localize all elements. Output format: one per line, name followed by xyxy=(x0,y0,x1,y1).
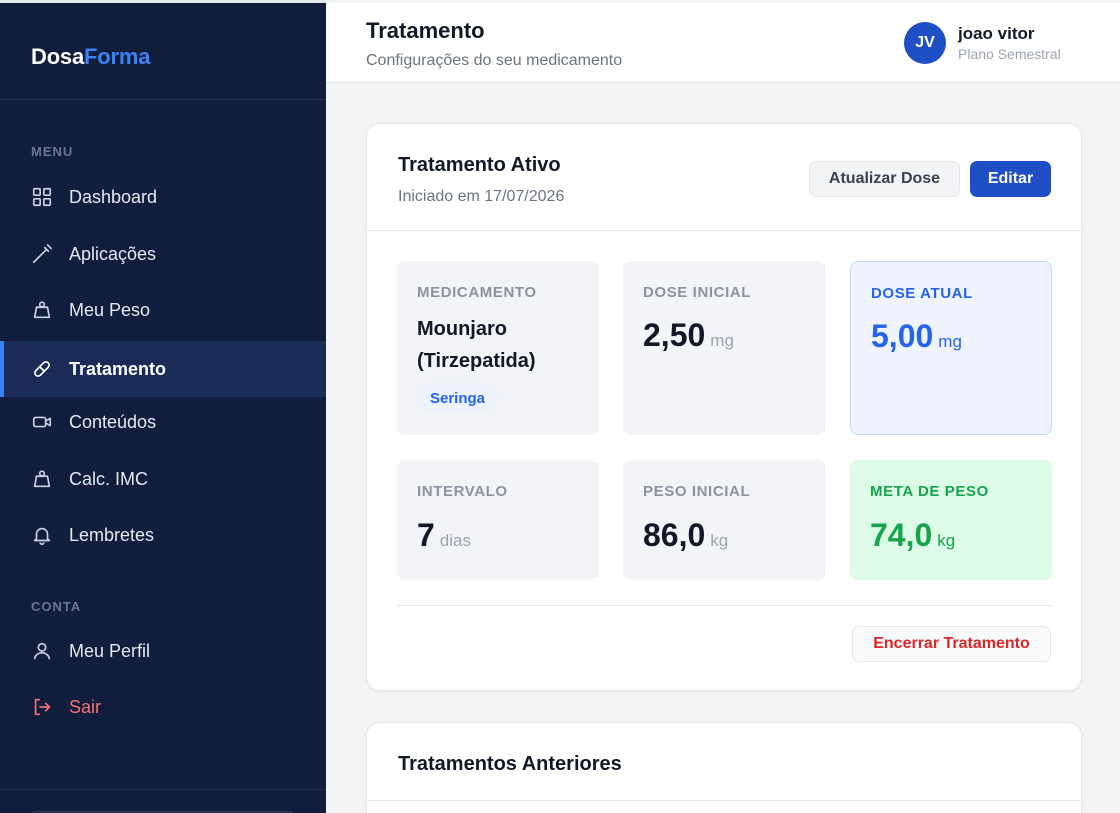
card-divider xyxy=(397,605,1052,606)
sidebar-item-meu-peso[interactable]: Meu Peso xyxy=(0,282,326,338)
sidebar-item-label: Meu Peso xyxy=(69,299,151,320)
card-subtitle: Iniciado em 17/07/2026 xyxy=(398,188,565,205)
stat-label: INTERVALO xyxy=(417,483,508,500)
sidebar-item-label: Meu Perfil xyxy=(69,640,151,661)
sidebar-item-label: Aplicações xyxy=(69,243,157,264)
pill-icon xyxy=(31,358,53,380)
target-weight-stat: META DE PESO 74,0 kg xyxy=(850,460,1052,580)
stat-value: 2,50 mg xyxy=(643,317,734,353)
stat-value: 86,0 kg xyxy=(643,517,729,553)
stat-label: META DE PESO xyxy=(870,483,989,500)
initial-dose-stat: DOSE INICIAL 2,50 mg xyxy=(623,261,826,435)
user-plan: Plano Semestral xyxy=(958,46,1061,62)
sidebar-item-label: Lembretes xyxy=(69,524,155,545)
page-title: Tratamento xyxy=(366,18,485,43)
menu-section-label: MENU xyxy=(31,144,74,159)
sidebar-item-tratamento[interactable]: Tratamento xyxy=(0,341,326,397)
medication-name-line2: (Tirzepatida) xyxy=(417,350,536,372)
card-divider xyxy=(367,230,1081,231)
user-icon xyxy=(31,640,53,662)
medication-name: Mounjaro (Tirzepatida) xyxy=(417,313,577,377)
stat-value: 5,00 mg xyxy=(871,318,962,354)
initial-weight-stat: PESO INICIAL 86,0 kg xyxy=(623,460,826,580)
medication-name-line1: Mounjaro xyxy=(417,318,507,340)
current-dose-stat: DOSE ATUAL 5,00 mg xyxy=(850,261,1052,435)
sidebar-item-label: Calc. IMC xyxy=(69,468,149,489)
previous-treatments-card: Tratamentos Anteriores xyxy=(366,722,1082,813)
sidebar-item-label: Dashboard xyxy=(69,186,158,207)
weight-icon xyxy=(31,468,53,490)
stat-value: 74,0 kg xyxy=(870,517,956,553)
page-subtitle: Configurações do seu medicamento xyxy=(366,52,623,69)
sidebar-item-dashboard[interactable]: Dashboard xyxy=(0,169,326,225)
sidebar-item-lembretes[interactable]: Lembretes xyxy=(0,507,326,563)
bell-icon xyxy=(31,524,53,546)
avatar[interactable]: JV xyxy=(904,22,946,64)
top-bar: Tratamento Configurações do seu medicame… xyxy=(326,3,1120,83)
sidebar-divider xyxy=(0,99,326,100)
sidebar-divider xyxy=(0,789,326,790)
weight-icon xyxy=(31,299,53,321)
medication-type-chip: Seringa xyxy=(417,383,499,413)
sidebar: DosaForma MENU Dashboard Aplicações Meu … xyxy=(0,0,326,813)
end-treatment-button[interactable]: Encerrar Tratamento xyxy=(852,626,1051,662)
app-logo[interactable]: DosaForma xyxy=(31,44,150,70)
update-dose-button[interactable]: Atualizar Dose xyxy=(809,161,960,197)
card-title: Tratamento Ativo xyxy=(398,154,561,176)
edit-button[interactable]: Editar xyxy=(970,161,1051,197)
active-treatment-card: Tratamento Ativo Iniciado em 17/07/2026 … xyxy=(366,123,1082,691)
sidebar-item-aplicacoes[interactable]: Aplicações xyxy=(0,226,326,282)
stat-label: DOSE INICIAL xyxy=(643,284,752,301)
user-name: joao vitor xyxy=(958,24,1035,43)
sidebar-item-meu-perfil[interactable]: Meu Perfil xyxy=(0,623,326,679)
sidebar-item-sair[interactable]: Sair xyxy=(0,679,326,735)
sidebar-item-calc-imc[interactable]: Calc. IMC xyxy=(0,451,326,507)
grid-icon xyxy=(31,186,53,208)
stat-label: MEDICAMENTO xyxy=(417,284,537,301)
logout-icon xyxy=(31,696,53,718)
stat-value: 7 dias xyxy=(417,517,471,553)
interval-stat: INTERVALO 7 dias xyxy=(397,460,599,580)
medication-stat: MEDICAMENTO Mounjaro (Tirzepatida) Serin… xyxy=(397,261,599,435)
sidebar-item-label: Conteúdos xyxy=(69,411,157,432)
sidebar-item-label: Tratamento xyxy=(69,358,167,379)
sidebar-item-label: Sair xyxy=(69,696,102,717)
card-divider xyxy=(367,800,1081,801)
video-icon xyxy=(31,411,53,433)
account-section-label: CONTA xyxy=(31,599,82,614)
card-title: Tratamentos Anteriores xyxy=(398,753,622,775)
stat-label: PESO INICIAL xyxy=(643,483,751,500)
syringe-icon xyxy=(31,243,53,265)
sidebar-item-conteudos[interactable]: Conteúdos xyxy=(0,394,326,450)
stat-label: DOSE ATUAL xyxy=(871,285,973,302)
